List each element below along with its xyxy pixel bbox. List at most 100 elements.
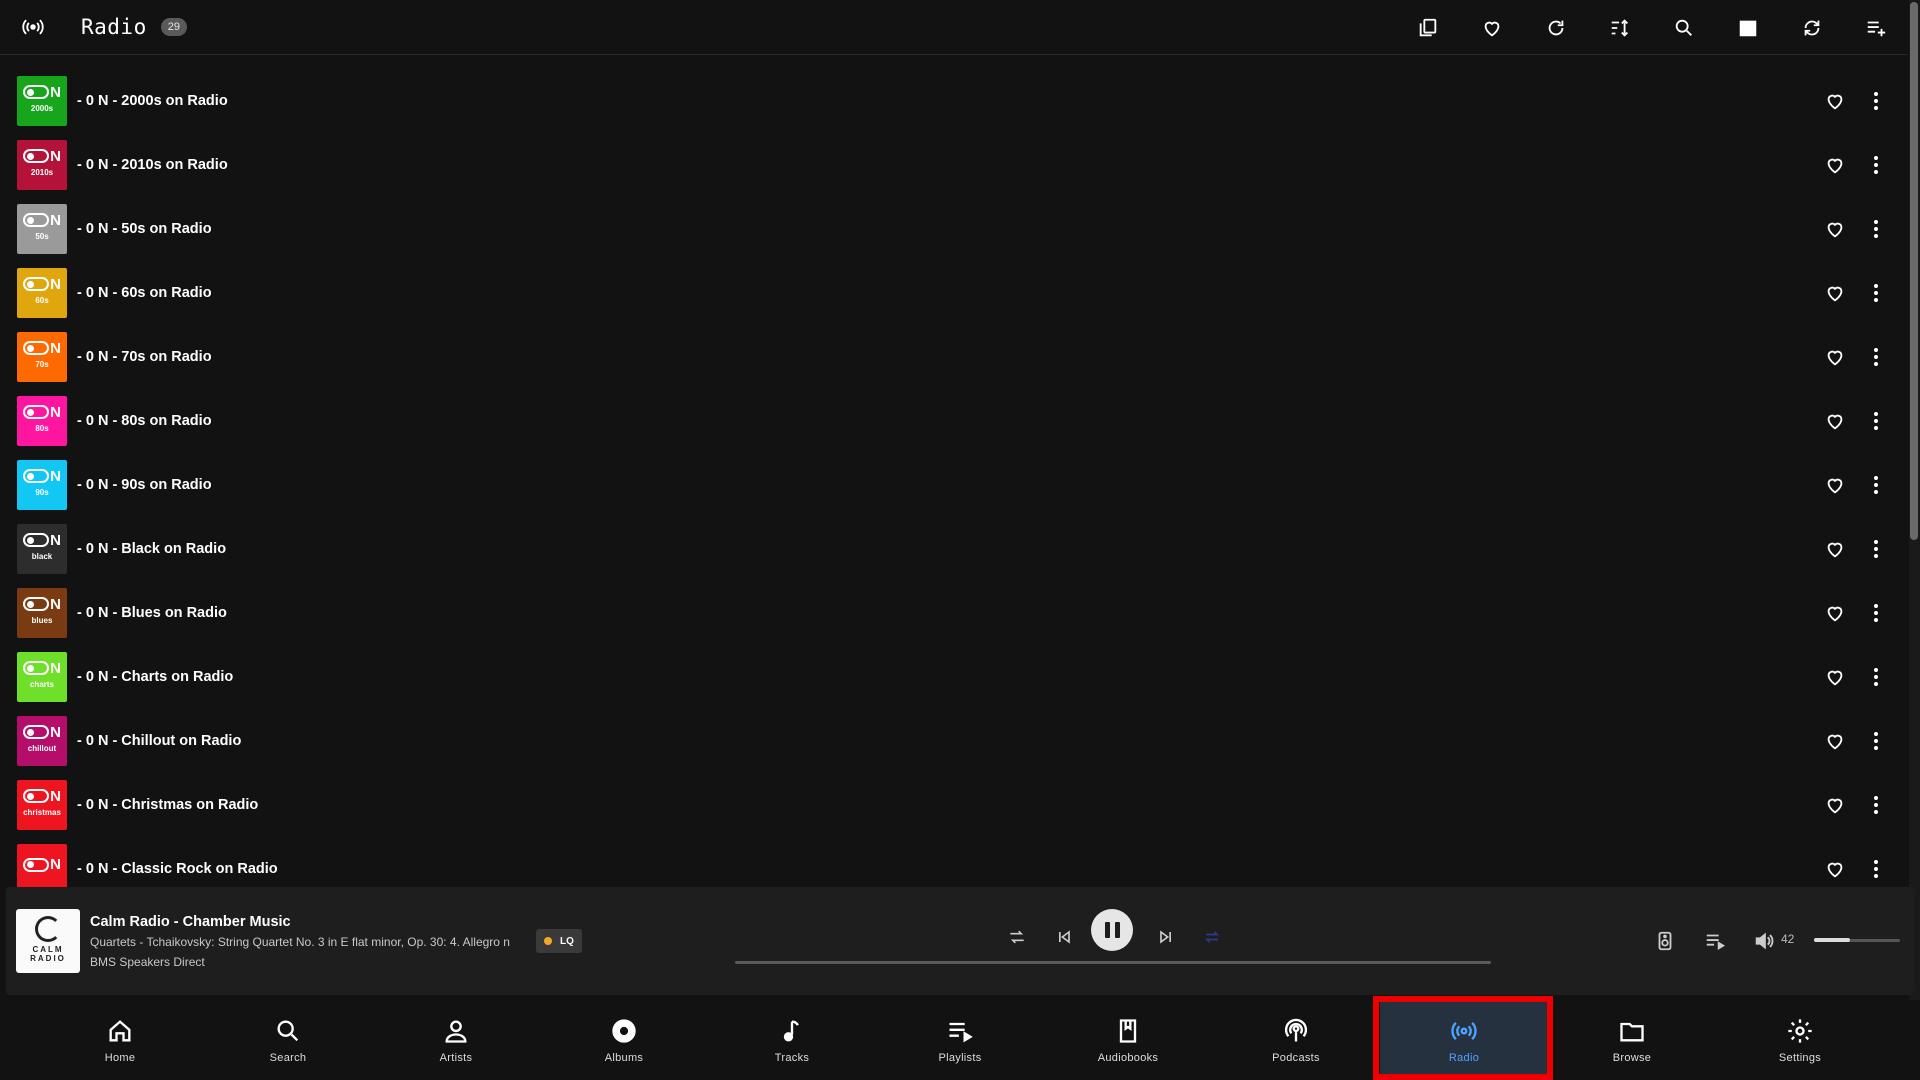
station-row[interactable]: N charts - 0 N - Charts on Radio [0,645,1908,709]
station-row[interactable]: N christmas - 0 N - Christmas on Radio [0,773,1908,837]
station-name[interactable]: - 0 N - 2010s on Radio [77,157,228,173]
station-name[interactable]: - 0 N - 60s on Radio [77,285,212,301]
favorite-heart-icon[interactable] [1822,856,1848,882]
station-name[interactable]: - 0 N - Classic Rock on Radio [77,861,278,877]
nav-item-label: Artists [439,1051,473,1064]
more-options-icon[interactable] [1866,664,1886,690]
favorite-heart-icon[interactable] [1822,472,1848,498]
station-name[interactable]: - 0 N - Black on Radio [77,541,226,557]
queue-button[interactable] [1701,927,1729,955]
sort-icon[interactable] [1588,0,1652,55]
station-row[interactable]: N black - 0 N - Black on Radio [0,517,1908,581]
favorite-heart-icon[interactable] [1822,408,1848,434]
station-name[interactable]: - 0 N - Chillout on Radio [77,733,241,749]
station-name[interactable]: - 0 N - 80s on Radio [77,413,212,429]
favorite-heart-icon[interactable] [1822,152,1848,178]
nav-item-settings[interactable]: Settings [1716,1000,1884,1080]
on-logo-icon: N [23,595,61,613]
station-name[interactable]: - 0 N - Charts on Radio [77,669,233,685]
volume-slider[interactable] [1814,938,1900,942]
sync-icon[interactable] [1780,0,1844,55]
station-logo: N 90s [17,460,67,510]
next-button[interactable] [1152,923,1180,951]
nav-item-albums[interactable]: Albums [540,1000,708,1080]
station-logo-label: 70s [35,360,49,369]
favorite-heart-icon[interactable] [1822,88,1848,114]
nav-item-audiobooks[interactable]: Audiobooks [1044,1000,1212,1080]
station-name[interactable]: - 0 N - 2000s on Radio [77,93,228,109]
favorite-heart-icon[interactable] [1822,728,1848,754]
more-options-icon[interactable] [1866,856,1886,882]
station-name[interactable]: - 0 N - Blues on Radio [77,605,227,621]
favorites-filter-icon[interactable] [1460,0,1524,55]
output-device[interactable]: BMS Speakers Direct [90,955,205,969]
favorite-heart-icon[interactable] [1822,344,1848,370]
favorite-heart-icon[interactable] [1822,792,1848,818]
select-mode-icon[interactable] [1396,0,1460,55]
station-name[interactable]: - 0 N - 90s on Radio [77,477,212,493]
on-logo-icon: N [23,83,61,101]
quality-badge[interactable]: LQ [536,929,582,953]
refresh-icon[interactable] [1524,0,1588,55]
volume-slider-fill [1814,938,1851,942]
more-options-icon[interactable] [1866,600,1886,626]
station-row[interactable]: N 2000s - 0 N - 2000s on Radio [0,69,1908,133]
speaker-select-button[interactable] [1651,927,1679,955]
volume-button[interactable] [1750,927,1778,955]
more-options-icon[interactable] [1866,88,1886,114]
station-row[interactable]: N 2010s - 0 N - 2010s on Radio [0,133,1908,197]
more-options-icon[interactable] [1866,536,1886,562]
progress-bar[interactable] [735,961,1491,964]
shuffle-button[interactable] [1003,923,1031,951]
station-row[interactable]: N 70s - 0 N - 70s on Radio [0,325,1908,389]
station-name[interactable]: - 0 N - 70s on Radio [77,349,212,365]
station-row[interactable]: N 90s - 0 N - 90s on Radio [0,453,1908,517]
more-options-icon[interactable] [1866,728,1886,754]
nav-item-tracks[interactable]: Tracks [708,1000,876,1080]
item-count-badge: 29 [160,18,187,36]
favorite-heart-icon[interactable] [1822,536,1848,562]
on-logo-icon: N [23,339,61,357]
favorite-heart-icon[interactable] [1822,280,1848,306]
search-icon[interactable] [1652,0,1716,55]
station-row[interactable]: N 80s - 0 N - 80s on Radio [0,389,1908,453]
favorite-heart-icon[interactable] [1822,216,1848,242]
nav-item-artists[interactable]: Artists [372,1000,540,1080]
nav-item-podcasts[interactable]: Podcasts [1212,1000,1380,1080]
nav-item-search[interactable]: Search [204,1000,372,1080]
station-name[interactable]: - 0 N - Christmas on Radio [77,797,258,813]
pause-button[interactable] [1091,909,1133,951]
now-playing-station[interactable]: Calm Radio - Chamber Music [90,914,291,930]
favorite-heart-icon[interactable] [1822,664,1848,690]
add-to-queue-icon[interactable] [1844,0,1908,55]
previous-button[interactable] [1050,923,1078,951]
nav-item-radio[interactable]: Radio [1380,1000,1548,1080]
more-options-icon[interactable] [1866,408,1886,434]
repeat-button[interactable] [1198,923,1226,951]
more-options-icon[interactable] [1866,152,1886,178]
station-row[interactable]: N blues - 0 N - Blues on Radio [0,581,1908,645]
station-name[interactable]: - 0 N - 50s on Radio [77,221,212,237]
nav-item-label: Radio [1448,1051,1480,1064]
more-options-icon[interactable] [1866,472,1886,498]
station-row[interactable]: N chillout - 0 N - Chillout on Radio [0,709,1908,773]
scrollbar[interactable] [1909,0,1920,1000]
more-options-icon[interactable] [1866,216,1886,242]
station-row[interactable]: N 50s - 0 N - 50s on Radio [0,197,1908,261]
nav-item-playlists[interactable]: Playlists [876,1000,1044,1080]
search-icon [277,1020,299,1041]
more-options-icon[interactable] [1866,280,1886,306]
speaker-icon [1658,931,1672,951]
station-logo-label: christmas [23,808,61,817]
header: Radio 29 [0,0,1908,55]
scrollbar-thumb[interactable] [1910,2,1918,540]
more-options-icon[interactable] [1866,344,1886,370]
favorite-heart-icon[interactable] [1822,600,1848,626]
more-options-icon[interactable] [1866,792,1886,818]
station-row[interactable]: N 60s - 0 N - 60s on Radio [0,261,1908,325]
nav-item-browse[interactable]: Browse [1548,1000,1716,1080]
station-row[interactable]: N - 0 N - Classic Rock on Radio [0,837,1908,888]
now-playing-cover[interactable]: CALM RADIO [16,909,80,973]
nav-item-home[interactable]: Home [36,1000,204,1080]
list-view-icon[interactable] [1716,0,1780,55]
